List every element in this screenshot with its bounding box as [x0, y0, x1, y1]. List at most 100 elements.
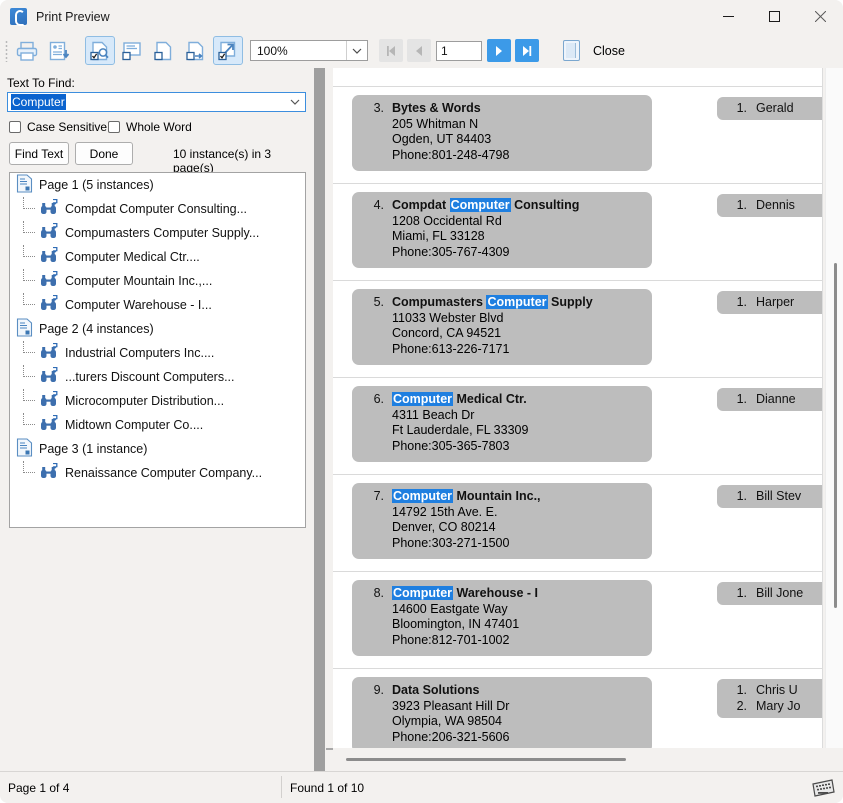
- chevron-down-icon[interactable]: [285, 93, 305, 111]
- record-name-row: 8. Computer Warehouse - I: [360, 586, 644, 602]
- keyboard-icon[interactable]: [811, 777, 835, 800]
- toolbar: 100% 1 Close: [0, 33, 843, 68]
- tree-item[interactable]: Compumasters Computer Supply...: [10, 221, 305, 245]
- previous-page-button[interactable]: [407, 39, 431, 62]
- tree-item[interactable]: Computer Warehouse - I...: [10, 293, 305, 317]
- fit-to-window-button[interactable]: [213, 36, 243, 65]
- horizontal-scroll-thumb[interactable]: [346, 758, 626, 761]
- print-button[interactable]: [12, 36, 42, 65]
- contact-name: Dennis: [756, 198, 795, 212]
- contact-name: Mary Jo: [756, 699, 801, 713]
- contact-name: Chris U: [756, 683, 798, 697]
- record-name-row: 7. Computer Mountain Inc.,: [360, 489, 644, 505]
- zoom-combo[interactable]: 100%: [250, 40, 368, 61]
- maximize-icon[interactable]: [751, 0, 797, 33]
- case-sensitive-checkbox[interactable]: Case Sensitive: [9, 120, 107, 134]
- single-page-button[interactable]: [149, 36, 179, 65]
- page-icon: [16, 438, 33, 460]
- tree-item[interactable]: Midtown Computer Co....: [10, 413, 305, 437]
- splitter-bar[interactable]: [314, 68, 325, 771]
- record-city-state-zip: Ogden, UT 84403: [392, 132, 492, 146]
- contact-card: 1. Dianne: [717, 388, 822, 411]
- contact-row: 1. Dennis: [725, 197, 822, 213]
- record-name-row: 4. Compdat Computer Consulting: [360, 198, 644, 214]
- contact-row: 1. Bill Jone: [725, 585, 822, 601]
- binoculars-icon: [40, 222, 59, 243]
- tree-item[interactable]: Computer Mountain Inc.,...: [10, 269, 305, 293]
- tree-item-label: Renaissance Computer Company...: [65, 466, 263, 480]
- tree-item[interactable]: Industrial Computers Inc....: [10, 341, 305, 365]
- zoom-value: 100%: [257, 43, 288, 58]
- tree-item[interactable]: ...turers Discount Computers...: [10, 365, 305, 389]
- company-record-card: 7. Computer Mountain Inc., 14792 15th Ave.…: [352, 483, 652, 559]
- company-record-card: 9. Data Solutions 3923 Pleasant Hill Dr Oly…: [352, 677, 652, 748]
- contact-name: Bill Stev: [756, 489, 802, 503]
- page-number-input[interactable]: 1: [436, 40, 482, 61]
- company-name: Bytes & Words: [392, 101, 481, 117]
- binoculars-icon: [40, 390, 59, 411]
- tree-group-page-3[interactable]: Page 3 (1 instance): [10, 437, 305, 461]
- search-match-highlight: Computer: [392, 489, 454, 503]
- record-name-row: 3. Bytes & Words: [360, 101, 644, 117]
- print-report-button[interactable]: [44, 36, 74, 65]
- record-phone: Phone:801-248-4798: [392, 147, 510, 162]
- search-match-highlight: Computer: [486, 295, 548, 309]
- record-city-state-zip: Concord, CA 94521: [392, 326, 502, 340]
- panel-splitter[interactable]: [313, 68, 326, 771]
- tree-item[interactable]: Renaissance Computer Company...: [10, 461, 305, 485]
- done-button[interactable]: Done: [75, 142, 133, 165]
- tree-item[interactable]: Computer Medical Ctr....: [10, 245, 305, 269]
- record-number: 3.: [373, 101, 384, 115]
- contact-card: 1. Bill Jone: [717, 582, 822, 605]
- record-address: 4311 Beach Dr: [392, 407, 475, 422]
- tree-item[interactable]: Microcomputer Distribution...: [10, 389, 305, 413]
- record-city-state-zip: Miami, FL 33128: [392, 229, 485, 243]
- company-name: Compdat Computer Consulting: [392, 198, 579, 214]
- whole-word-checkbox[interactable]: Whole Word: [108, 120, 192, 134]
- record-divider: [333, 571, 822, 572]
- tree-item[interactable]: Compdat Computer Consulting...: [10, 197, 305, 221]
- tree-item-label: Computer Mountain Inc.,...: [65, 274, 213, 288]
- search-input[interactable]: Computer: [7, 92, 306, 112]
- title-bar: Print Preview: [0, 0, 843, 33]
- company-record-card: 3. Bytes & Words 205 Whitman N Ogden, UT 84…: [352, 95, 652, 171]
- company-name-text: Medical Ctr.: [453, 392, 527, 406]
- search-results-tree[interactable]: Page 1 (5 instances) Compdat Computer Con…: [9, 172, 306, 528]
- vertical-scroll-thumb[interactable]: [834, 263, 837, 608]
- record-divider: [333, 377, 822, 378]
- contact-card: 1. Chris U 2. Mary Jo: [717, 679, 822, 718]
- chevron-down-icon[interactable]: [346, 41, 367, 60]
- page-icon: [16, 174, 33, 196]
- company-name-text: Data Solutions: [392, 683, 480, 697]
- record-number: 8.: [373, 586, 384, 600]
- tree-group-label: Page 3 (1 instance): [39, 442, 148, 456]
- company-name-text: Supply: [547, 295, 593, 309]
- company-name-text: Mountain Inc.,: [453, 489, 541, 503]
- status-separator: [281, 776, 282, 798]
- contact-card: 1. Dennis: [717, 194, 822, 217]
- next-page-button[interactable]: [487, 39, 511, 62]
- last-page-button[interactable]: [515, 39, 539, 62]
- record-address: 14600 Eastgate Way: [392, 601, 508, 616]
- contact-row: 1. Dianne: [725, 391, 822, 407]
- record-address: 1208 Occidental Rd: [392, 213, 502, 228]
- preview-horizontal-scrollbar[interactable]: [326, 750, 826, 768]
- record-divider: [333, 280, 822, 281]
- find-text-button[interactable]: Find Text: [9, 142, 69, 165]
- company-record-card: 5. Compumasters Computer Supply 11033 Webs…: [352, 289, 652, 365]
- tree-group-page-1[interactable]: Page 1 (5 instances): [10, 173, 305, 197]
- contact-name: Harper: [756, 295, 795, 309]
- status-page-label: Page 1 of 4: [8, 781, 70, 795]
- find-label: Text To Find:: [7, 76, 75, 90]
- view-thumbnails-button[interactable]: [117, 36, 147, 65]
- minimize-icon[interactable]: [705, 0, 751, 33]
- contact-row: 1. Gerald: [725, 100, 822, 116]
- toolbar-grip[interactable]: [5, 39, 8, 62]
- first-page-button[interactable]: [379, 39, 403, 62]
- close-preview-group[interactable]: Close: [563, 40, 625, 61]
- facing-pages-button[interactable]: [181, 36, 211, 65]
- close-icon[interactable]: [797, 0, 843, 33]
- view-page-preview-button[interactable]: [85, 36, 115, 65]
- preview-vertical-scrollbar[interactable]: [825, 68, 843, 748]
- tree-group-page-2[interactable]: Page 2 (4 instances): [10, 317, 305, 341]
